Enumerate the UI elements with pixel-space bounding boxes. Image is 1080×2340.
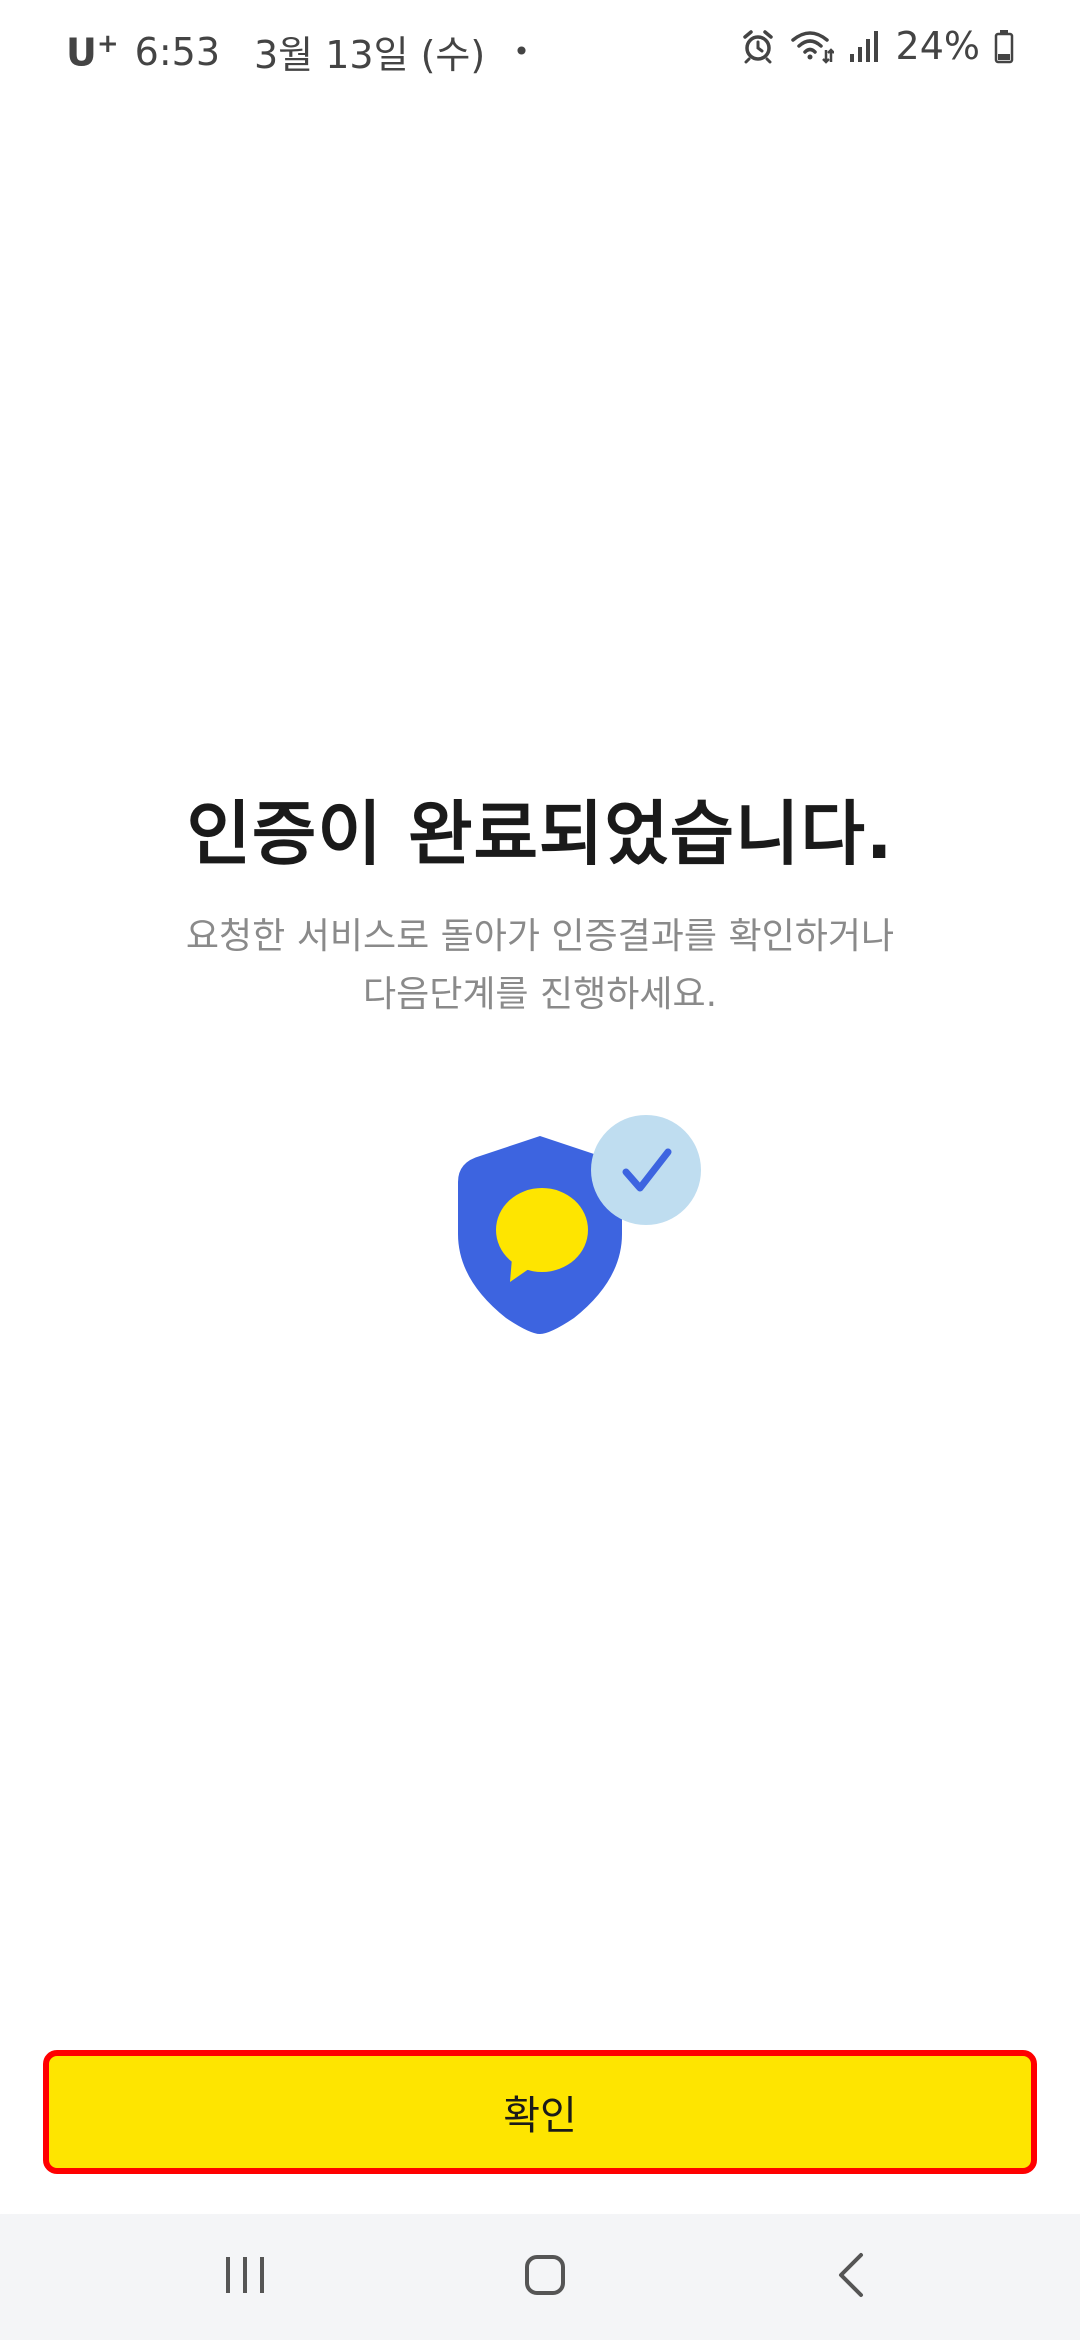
auth-complete-screen: U+ 6:53 3월 13일 (수) • 24% 인증이 완료되었습니다. 요청… [0,0,1080,2340]
wifi-icon [790,28,834,64]
carrier-label: U+ [66,28,119,75]
status-bar: U+ 6:53 3월 13일 (수) • 24% [0,0,1080,96]
battery-icon [994,28,1014,64]
status-right: 24% [740,24,1014,68]
page-subtitle: 요청한 서비스로 돌아가 인증결과를 확인하거나 다음단계를 진행하세요. [0,908,1080,1024]
check-circle [591,1115,701,1225]
battery-percent: 24% [895,24,980,68]
home-button[interactable] [500,2244,590,2310]
status-date: 3월 13일 (수) [254,33,486,77]
status-time: 6:53 [134,29,220,74]
subtitle-line-2: 다음단계를 진행하세요. [362,974,718,1015]
confirm-button-label: 확인 [503,2093,577,2139]
back-icon [833,2251,869,2303]
confirm-button[interactable]: 확인 [43,2050,1037,2174]
signal-icon [848,28,882,64]
notification-dot: • [513,35,530,68]
recent-apps-icon [220,2253,270,2301]
status-left: U+ 6:53 3월 13일 (수) • [66,24,530,79]
recent-apps-button[interactable] [200,2244,290,2310]
home-icon [523,2253,567,2301]
auth-complete-illustration [450,1112,710,1342]
alarm-icon [740,28,776,64]
back-button[interactable] [806,2244,896,2310]
page-title: 인증이 완료되었습니다. [186,793,894,875]
subtitle-line-1: 요청한 서비스로 돌아가 인증결과를 확인하거나 [185,916,895,957]
navigation-bar [0,2214,1080,2340]
